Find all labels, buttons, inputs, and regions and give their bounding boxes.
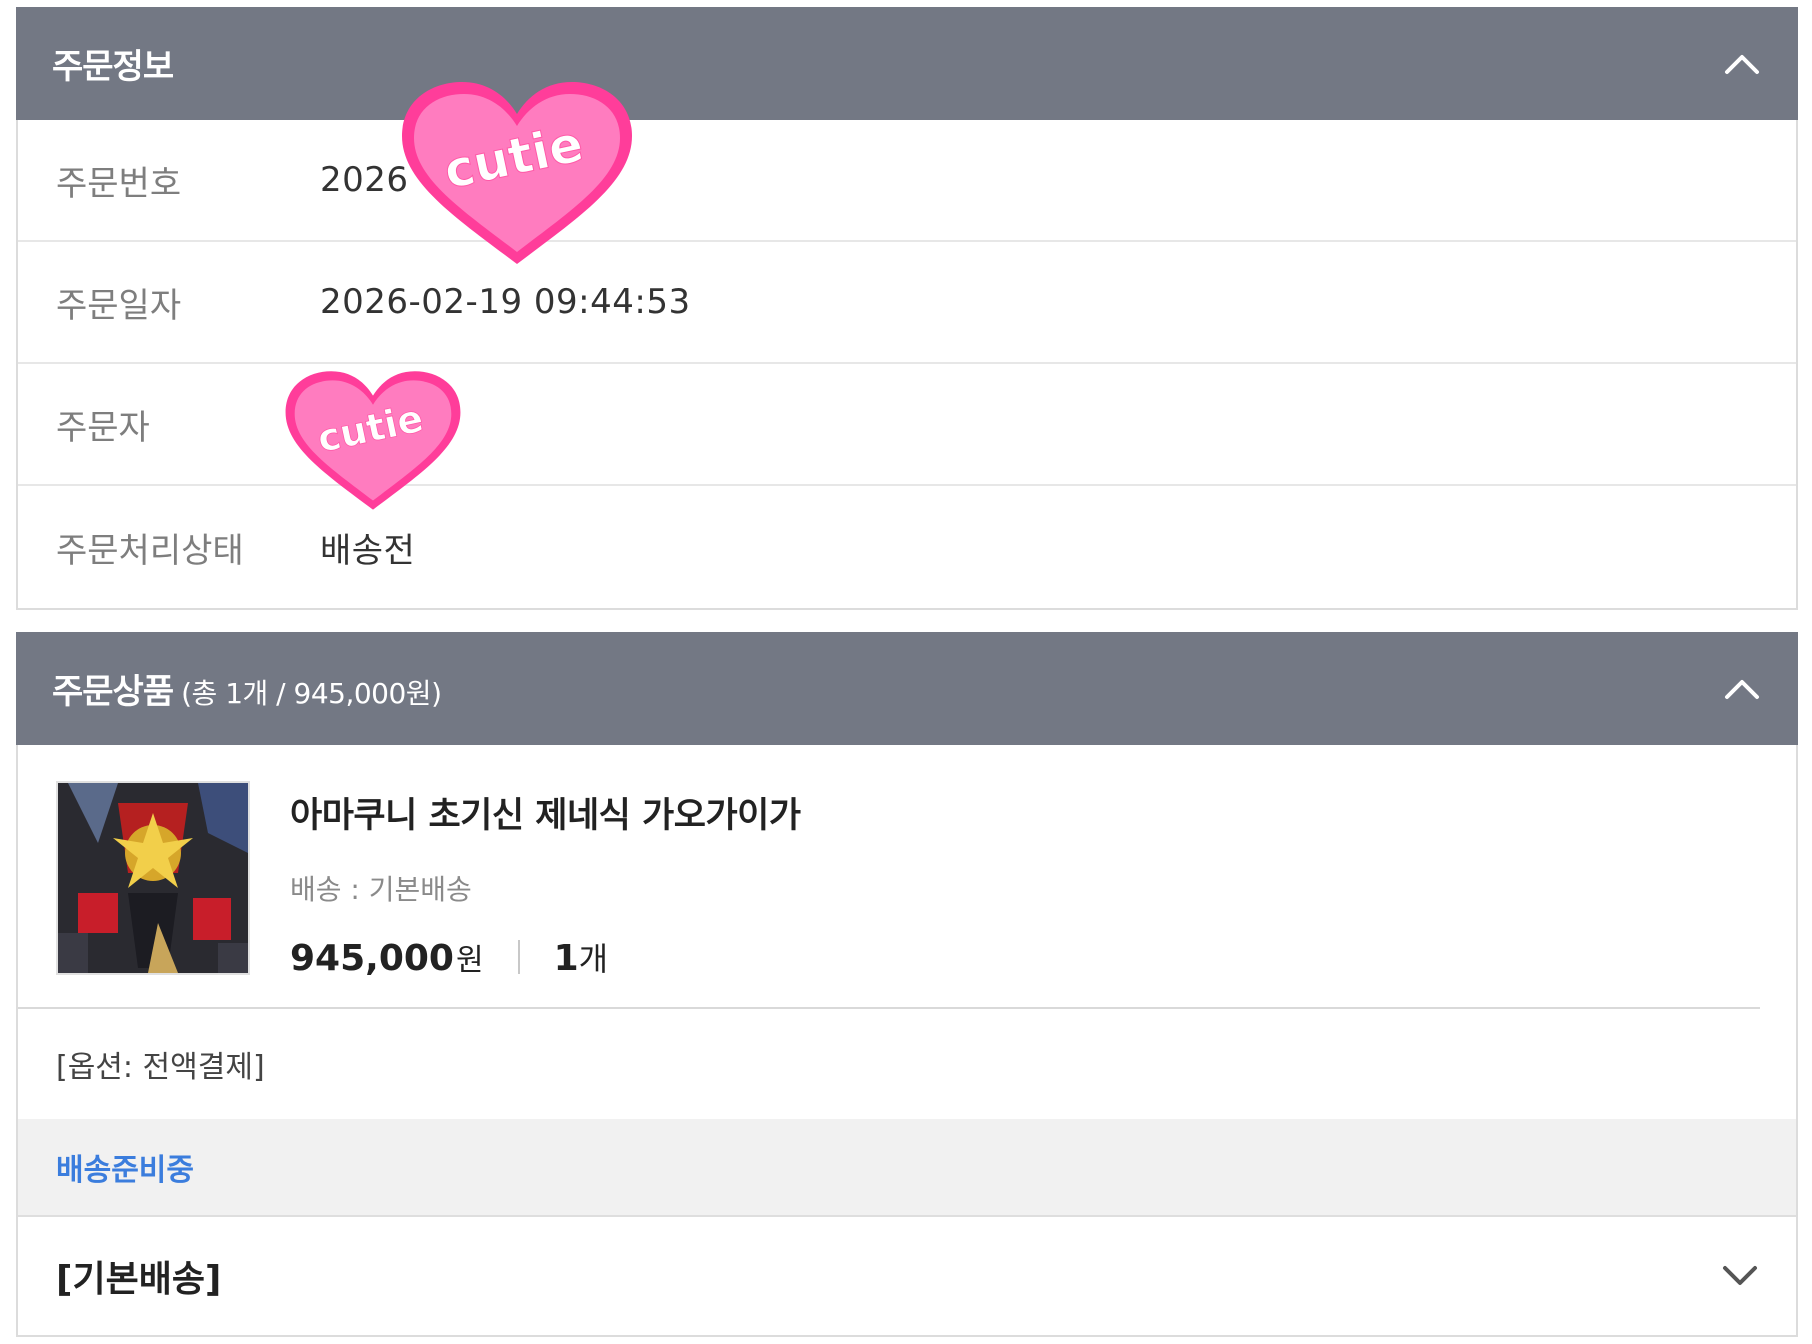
chevron-up-icon[interactable]: [1722, 44, 1762, 84]
order-products-summary: (총 1개 / 945,000원): [181, 677, 442, 710]
order-info-body: 주문번호 2026 주문일자 2026-02-19 09:44:53 주문자 주…: [16, 120, 1798, 610]
order-date-row: 주문일자 2026-02-19 09:44:53: [18, 242, 1796, 364]
chevron-down-icon[interactable]: [1720, 1256, 1760, 1296]
order-products-title: 주문상품: [52, 672, 174, 712]
product-shipping: 배송 : 기본배송: [290, 873, 472, 906]
order-info-header[interactable]: 주문정보: [16, 7, 1798, 120]
order-info-panel: 주문정보 주문번호 2026 주문일자 2026-02-19 09:44:53 …: [16, 7, 1798, 610]
product-info: 아마쿠니 초기신 제네식 가오가이가 배송 : 기본배송 945,000 원 1개: [290, 781, 801, 1007]
order-status-label: 주문처리상태: [56, 530, 244, 571]
chevron-up-icon[interactable]: [1722, 669, 1762, 709]
heart-sticker-icon: cutie: [281, 368, 465, 516]
product-price-row: 945,000 원 1개: [290, 934, 801, 980]
product-price: 945,000: [290, 938, 454, 979]
order-products-panel: 주문상품 (총 1개 / 945,000원) 아마쿠니 초기신 제네식 가오가이…: [16, 632, 1798, 1337]
order-date-label: 주문일자: [56, 285, 182, 326]
product-quantity-unit: 개: [578, 940, 609, 978]
divider: [517, 940, 520, 974]
order-date-value: 2026-02-19 09:44:53: [320, 282, 691, 322]
shipping-method-label: [기본배송]: [56, 1259, 222, 1300]
heart-sticker-icon: cutie: [396, 78, 638, 272]
order-products-body: 아마쿠니 초기신 제네식 가오가이가 배송 : 기본배송 945,000 원 1개…: [16, 745, 1798, 1337]
product-quantity: 1: [553, 938, 579, 979]
product-option: [옵션: 전액결제]: [56, 1050, 265, 1085]
order-number-label: 주문번호: [56, 163, 182, 204]
shipping-status: 배송준비중: [18, 1119, 1796, 1217]
order-number-row: 주문번호 2026: [18, 120, 1796, 242]
order-info-title: 주문정보: [52, 47, 174, 87]
product-price-unit: 원: [455, 943, 484, 978]
order-products-header[interactable]: 주문상품 (총 1개 / 945,000원): [16, 632, 1798, 745]
order-status-value: 배송전: [320, 530, 416, 571]
product-thumbnail[interactable]: [56, 781, 250, 975]
shipping-method-row[interactable]: [기본배송]: [18, 1217, 1796, 1335]
product-item: 아마쿠니 초기신 제네식 가오가이가 배송 : 기본배송 945,000 원 1개: [18, 745, 1760, 1009]
product-name[interactable]: 아마쿠니 초기신 제네식 가오가이가: [290, 787, 801, 838]
order-products-heading: 주문상품 (총 1개 / 945,000원): [52, 664, 442, 713]
